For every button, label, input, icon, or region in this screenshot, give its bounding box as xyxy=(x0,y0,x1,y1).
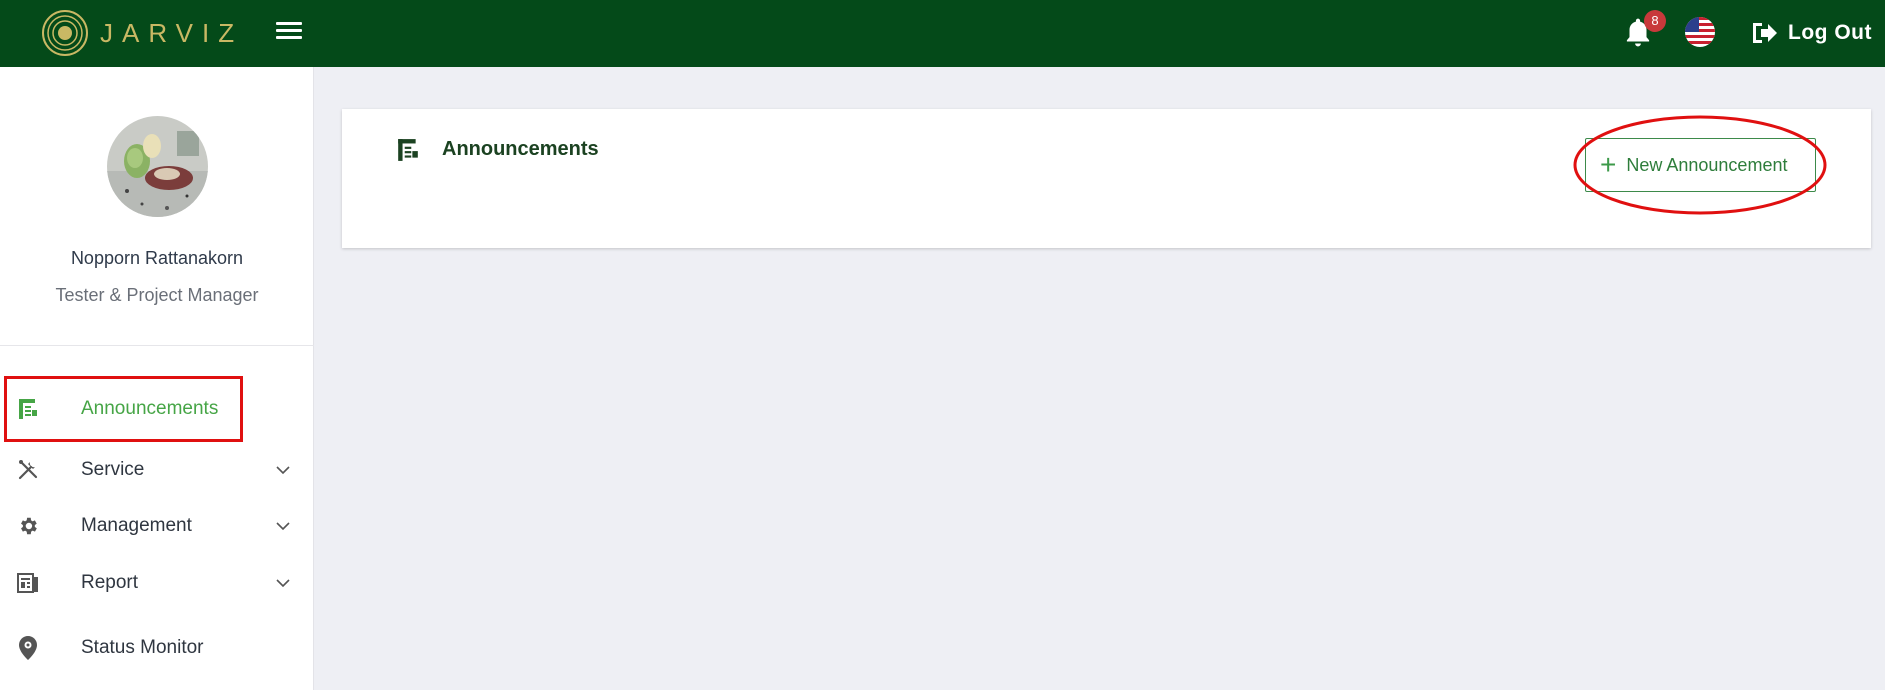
brand[interactable]: JARVIZ xyxy=(40,7,243,59)
tools-icon xyxy=(16,458,40,482)
plus-icon: + xyxy=(1600,149,1617,180)
announcements-card: Announcements + New Announcement xyxy=(342,109,1871,248)
chevron-down-icon[interactable] xyxy=(274,461,292,479)
chevron-down-icon[interactable] xyxy=(274,517,292,535)
notification-count-badge: 8 xyxy=(1644,10,1666,32)
brand-name: JARVIZ xyxy=(100,17,244,48)
logout-button[interactable]: Log Out xyxy=(1750,16,1872,50)
avatar[interactable] xyxy=(107,116,208,217)
top-navbar: JARVIZ 8 Log Out xyxy=(0,0,1885,67)
sidebar-item-report[interactable]: Report xyxy=(0,558,314,608)
logout-label: Log Out xyxy=(1788,21,1872,44)
sidebar-item-label: Announcements xyxy=(81,398,219,419)
sidebar-item-announcements[interactable]: Announcements xyxy=(0,384,314,434)
announcement-icon xyxy=(398,139,418,161)
sidebar-item-label: Management xyxy=(81,515,192,536)
jarviz-logo-icon xyxy=(42,10,88,56)
sidebar: Nopporn Rattanakorn Tester & Project Man… xyxy=(0,67,314,690)
sidebar-item-status-monitor[interactable]: Status Monitor xyxy=(0,623,314,673)
sidebar-item-label: Service xyxy=(81,459,145,480)
gear-icon xyxy=(16,514,40,538)
us-flag-icon xyxy=(1685,17,1715,47)
sidebar-item-management[interactable]: Management xyxy=(0,501,314,551)
notification-button[interactable]: 8 xyxy=(1620,10,1666,52)
sidebar-item-label: Report xyxy=(81,572,139,593)
new-announcement-label: New Announcement xyxy=(1626,154,1788,175)
profile-name: Nopporn Rattanakorn xyxy=(70,248,244,268)
page-title: Announcements xyxy=(442,138,599,160)
location-pin-icon xyxy=(16,636,40,660)
language-selector[interactable] xyxy=(1685,17,1715,47)
sidebar-item-label: Status Monitor xyxy=(81,637,204,658)
chevron-down-icon[interactable] xyxy=(274,574,292,592)
logout-icon xyxy=(1753,23,1777,43)
profile-role: Tester & Project Manager xyxy=(55,285,259,305)
sidebar-divider xyxy=(0,345,314,346)
sidebar-item-service[interactable]: Service xyxy=(0,445,314,495)
announcement-icon xyxy=(16,397,40,421)
new-announcement-button[interactable]: + New Announcement xyxy=(1585,138,1816,192)
profile-photo xyxy=(107,116,208,217)
report-icon xyxy=(16,571,40,595)
hamburger-menu-icon[interactable] xyxy=(276,22,302,44)
